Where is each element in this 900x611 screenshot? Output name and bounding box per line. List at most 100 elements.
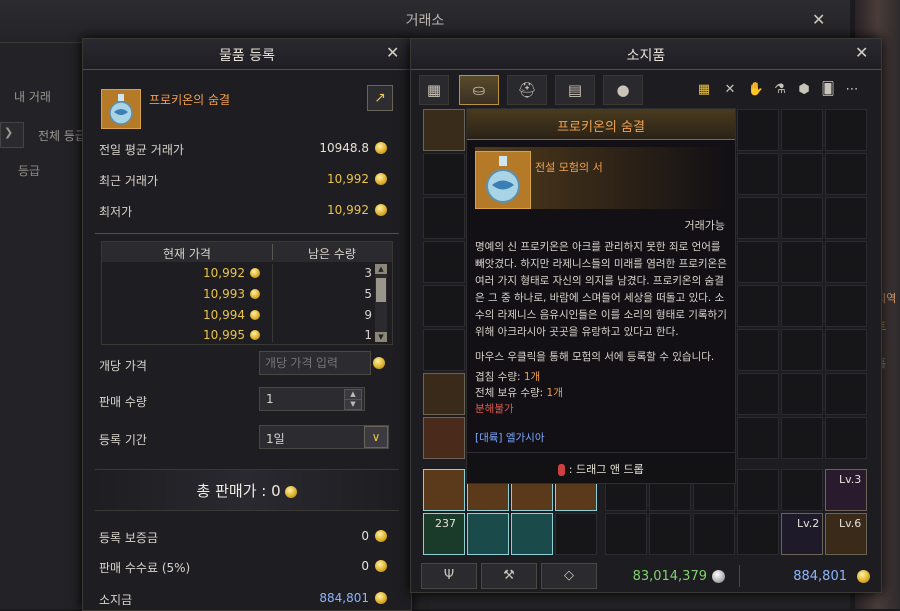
inventory-slot[interactable]: [781, 417, 823, 459]
inventory-slot[interactable]: [737, 153, 779, 195]
inventory-slot[interactable]: [423, 285, 465, 327]
inventory-slot[interactable]: [467, 513, 509, 555]
grid-view-icon[interactable]: ▦: [419, 75, 449, 105]
filter-all-icon[interactable]: ▦: [693, 79, 715, 101]
registration-close-icon[interactable]: ✕: [386, 43, 399, 62]
hammer-icon[interactable]: ⚒: [481, 563, 537, 589]
item-tooltip: 프로키온의 숨결 전설 모험의 서 거래가능 명예의 신 프로키온은 아크를 관…: [466, 108, 736, 484]
unit-price-input[interactable]: [259, 351, 371, 375]
inventory-slot[interactable]: [825, 197, 867, 239]
gem-icon[interactable]: ⬢: [793, 79, 815, 101]
inventory-slot[interactable]: [781, 153, 823, 195]
market-title: 거래소: [405, 13, 445, 29]
inventory-close-icon[interactable]: ✕: [855, 43, 868, 62]
bag-icon[interactable]: ⛀: [459, 75, 499, 105]
tooltip-owned: 전체 보유 수량: 1개: [475, 385, 563, 400]
owned-value: 1개: [546, 387, 563, 399]
inventory-slot[interactable]: [825, 329, 867, 371]
inventory-slot[interactable]: [737, 109, 779, 151]
chevron-down-icon[interactable]: ∨: [364, 426, 388, 448]
trident-icon[interactable]: Ψ: [421, 563, 477, 589]
inventory-slot[interactable]: [423, 241, 465, 283]
inventory-slot[interactable]: [781, 197, 823, 239]
silver-amount: 83,014,379: [632, 569, 707, 584]
inventory-slot[interactable]: [555, 513, 597, 555]
registration-period-select[interactable]: 1일 ∨: [259, 425, 389, 449]
inventory-slot[interactable]: [737, 373, 779, 415]
inventory-slot[interactable]: [423, 153, 465, 195]
tab-my-trade[interactable]: 내 거래: [14, 88, 51, 105]
grade-column-header: 등급: [18, 164, 41, 178]
inventory-slot[interactable]: [737, 241, 779, 283]
swords-icon[interactable]: ✕: [719, 79, 741, 101]
lowest-price-label: 최저가: [99, 205, 133, 219]
column-divider: [272, 264, 273, 342]
sale-quantity-stepper[interactable]: 1 ▲ ▼: [259, 387, 365, 411]
inventory-slot[interactable]: [423, 417, 465, 459]
hand-icon[interactable]: ✋: [745, 79, 767, 101]
inventory-slot[interactable]: [781, 329, 823, 371]
inventory-slot[interactable]: [737, 329, 779, 371]
listing-qty: 1: [364, 328, 372, 342]
inventory-slot[interactable]: [737, 417, 779, 459]
inventory-slot[interactable]: [781, 469, 823, 511]
deposit-value: 0: [361, 529, 369, 543]
recent-price-value: 10,992: [327, 172, 369, 186]
inventory-slot[interactable]: [737, 197, 779, 239]
inventory-slot[interactable]: [423, 197, 465, 239]
inventory-slot[interactable]: [423, 329, 465, 371]
period-value[interactable]: 1일: [266, 430, 285, 447]
inventory-slot[interactable]: [825, 417, 867, 459]
avg-price-label: 전일 평균 거래가: [99, 143, 184, 157]
inventory-slot[interactable]: [605, 513, 647, 555]
stack-label: 겹침 수량:: [475, 371, 524, 383]
current-price-header: 현재 가격: [163, 247, 211, 261]
quantity-down-icon[interactable]: ▼: [344, 399, 362, 410]
inventory-slot[interactable]: [825, 109, 867, 151]
gold-coin-icon: [857, 570, 870, 583]
inventory-slot[interactable]: [737, 469, 779, 511]
inventory-slot[interactable]: [423, 469, 465, 511]
gold-coin-icon: [375, 204, 387, 216]
inventory-slot[interactable]: [781, 109, 823, 151]
inventory-slot[interactable]: [737, 285, 779, 327]
inventory-slot[interactable]: [781, 241, 823, 283]
grade-filter-label[interactable]: 전체 등급: [38, 127, 86, 144]
book-icon[interactable]: ▤: [555, 75, 595, 105]
scroll-thumb[interactable]: [376, 278, 386, 302]
inventory-slot[interactable]: [825, 241, 867, 283]
scroll-down-icon[interactable]: ▼: [375, 332, 387, 342]
inventory-slot[interactable]: [825, 373, 867, 415]
helmet-icon[interactable]: ⛑: [507, 75, 547, 105]
gold-coin-icon: [285, 485, 298, 498]
more-icon[interactable]: ⋯: [841, 79, 863, 101]
inventory-slot[interactable]: [423, 109, 465, 151]
tooltip-region: [대륙] 엘가시아: [475, 432, 545, 444]
inventory-slot[interactable]: [825, 285, 867, 327]
gold-coin-icon: [250, 268, 260, 278]
cards-icon[interactable]: 🂠: [817, 79, 839, 101]
inventory-slot[interactable]: [649, 513, 691, 555]
inventory-slot[interactable]: [781, 373, 823, 415]
inventory-slot[interactable]: [511, 513, 553, 555]
gold-coin-icon: [250, 310, 260, 320]
inventory-slot[interactable]: [423, 373, 465, 415]
bottle-icon: [101, 89, 141, 129]
sale-quantity-value[interactable]: 1: [266, 392, 274, 406]
diamond-icon[interactable]: ◇: [541, 563, 597, 589]
inventory-slot[interactable]: [737, 513, 779, 555]
market-close-icon[interactable]: ✕: [812, 10, 825, 29]
scroll-up-icon[interactable]: ▲: [375, 264, 387, 274]
owned-label: 전체 보유 수량:: [475, 387, 547, 399]
bomb-icon[interactable]: ●: [603, 75, 643, 105]
inventory-slot[interactable]: [781, 285, 823, 327]
bottle-icon: [475, 151, 531, 209]
price-chart-button[interactable]: ↗: [367, 85, 393, 111]
inventory-slot[interactable]: [693, 513, 735, 555]
listings-scrollbar[interactable]: [375, 264, 387, 342]
total-sale-box: 총 판매가 : 0: [95, 469, 399, 511]
flask-icon[interactable]: ⚗: [769, 79, 791, 101]
item-level-label: Lv.3: [839, 473, 862, 486]
sale-quantity-label: 판매 수량: [99, 395, 147, 409]
inventory-slot[interactable]: [825, 153, 867, 195]
